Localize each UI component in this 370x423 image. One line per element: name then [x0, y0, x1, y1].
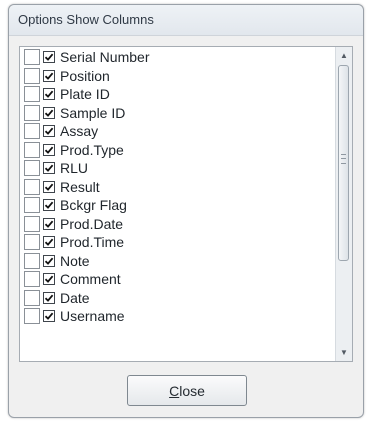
column-label: Assay	[60, 123, 99, 140]
column-checkbox[interactable]	[43, 310, 55, 323]
column-row[interactable]: Comment	[20, 270, 334, 289]
column-row[interactable]: Date	[20, 289, 334, 308]
options-show-columns-dialog: Options Show Columns Serial Number Positi…	[8, 4, 364, 418]
column-checkbox[interactable]	[43, 69, 55, 82]
column-checkbox[interactable]	[43, 180, 55, 193]
row-selector[interactable]	[24, 215, 40, 232]
row-selector[interactable]	[24, 178, 40, 195]
column-row[interactable]: Sample ID	[20, 104, 334, 123]
column-label: Bckgr Flag	[60, 197, 127, 214]
column-checkbox[interactable]	[43, 291, 55, 304]
column-row[interactable]: Prod.Date	[20, 215, 334, 234]
column-label: Prod.Type	[60, 141, 124, 158]
row-selector[interactable]	[24, 289, 40, 306]
checkmark-icon	[44, 201, 54, 210]
scroll-up-icon[interactable]: ▲	[336, 48, 352, 63]
column-label: Plate ID	[60, 86, 110, 103]
row-selector[interactable]	[24, 86, 40, 103]
checkmark-icon	[44, 164, 54, 173]
column-checkbox[interactable]	[43, 125, 55, 138]
column-rows: Serial Number Position Plate ID Sample ID As…	[20, 48, 334, 326]
column-row[interactable]: Plate ID	[20, 85, 334, 104]
row-selector[interactable]	[24, 271, 40, 288]
checkmark-icon	[44, 220, 54, 228]
row-selector[interactable]	[24, 252, 40, 269]
column-label: Serial Number	[60, 49, 150, 66]
row-selector[interactable]	[24, 49, 40, 66]
column-row[interactable]: RLU	[20, 159, 334, 178]
column-label: Position	[60, 67, 110, 84]
row-selector[interactable]	[24, 234, 40, 251]
vertical-scrollbar[interactable]: ▲ ▼	[335, 47, 352, 361]
checkmark-icon	[44, 53, 54, 62]
row-selector[interactable]	[24, 308, 40, 325]
row-selector[interactable]	[24, 104, 40, 121]
column-checkbox[interactable]	[43, 254, 55, 267]
close-button-mnemonic: C	[169, 382, 180, 399]
column-checkbox[interactable]	[43, 51, 55, 64]
column-row[interactable]: Bckgr Flag	[20, 196, 334, 215]
checkmark-icon	[44, 109, 54, 117]
checkmark-icon	[44, 72, 54, 80]
checkmark-icon	[44, 257, 54, 265]
checkmark-icon	[44, 294, 54, 302]
column-checkbox[interactable]	[43, 236, 55, 249]
checkmark-icon	[44, 275, 54, 284]
column-checkbox[interactable]	[43, 143, 55, 156]
column-row[interactable]: Prod.Time	[20, 233, 334, 252]
dialog-titlebar[interactable]: Options Show Columns	[9, 5, 363, 36]
checkmark-icon	[44, 312, 54, 321]
column-checkbox[interactable]	[43, 217, 55, 230]
column-label: Date	[60, 289, 90, 306]
grip-icon	[341, 154, 346, 164]
column-row[interactable]: Result	[20, 178, 334, 197]
column-label: Comment	[60, 271, 121, 288]
column-label: Result	[60, 178, 100, 195]
checkmark-icon	[44, 127, 54, 136]
row-selector[interactable]	[24, 160, 40, 177]
row-selector[interactable]	[24, 67, 40, 84]
column-checkbox[interactable]	[43, 273, 55, 286]
column-row[interactable]: Serial Number	[20, 48, 334, 67]
column-label: RLU	[60, 160, 89, 177]
column-checkbox[interactable]	[43, 162, 55, 175]
checkmark-icon	[44, 238, 54, 247]
column-label: Prod.Date	[60, 215, 124, 232]
checkmark-icon	[44, 183, 54, 191]
close-button[interactable]: Close	[127, 375, 247, 406]
column-label: Sample ID	[60, 104, 126, 121]
column-checkbox[interactable]	[43, 106, 55, 119]
scroll-down-icon[interactable]: ▼	[336, 345, 352, 360]
column-checkbox[interactable]	[43, 199, 55, 212]
row-selector[interactable]	[24, 141, 40, 158]
column-row[interactable]: Username	[20, 307, 334, 326]
scrollbar-thumb[interactable]	[338, 65, 349, 261]
column-label: Prod.Time	[60, 234, 125, 251]
close-button-label: lose	[179, 382, 205, 399]
dialog-title: Options Show Columns	[18, 12, 154, 27]
checkmark-icon	[44, 146, 54, 154]
column-list[interactable]: Serial Number Position Plate ID Sample ID As…	[19, 46, 353, 362]
column-label: Username	[60, 308, 125, 325]
row-selector[interactable]	[24, 197, 40, 214]
column-checkbox[interactable]	[43, 88, 55, 101]
column-label: Note	[60, 252, 90, 269]
column-row[interactable]: Assay	[20, 122, 334, 141]
column-row[interactable]: Position	[20, 67, 334, 86]
row-selector[interactable]	[24, 123, 40, 140]
column-row[interactable]: Note	[20, 252, 334, 271]
checkmark-icon	[44, 90, 54, 99]
column-row[interactable]: Prod.Type	[20, 141, 334, 160]
